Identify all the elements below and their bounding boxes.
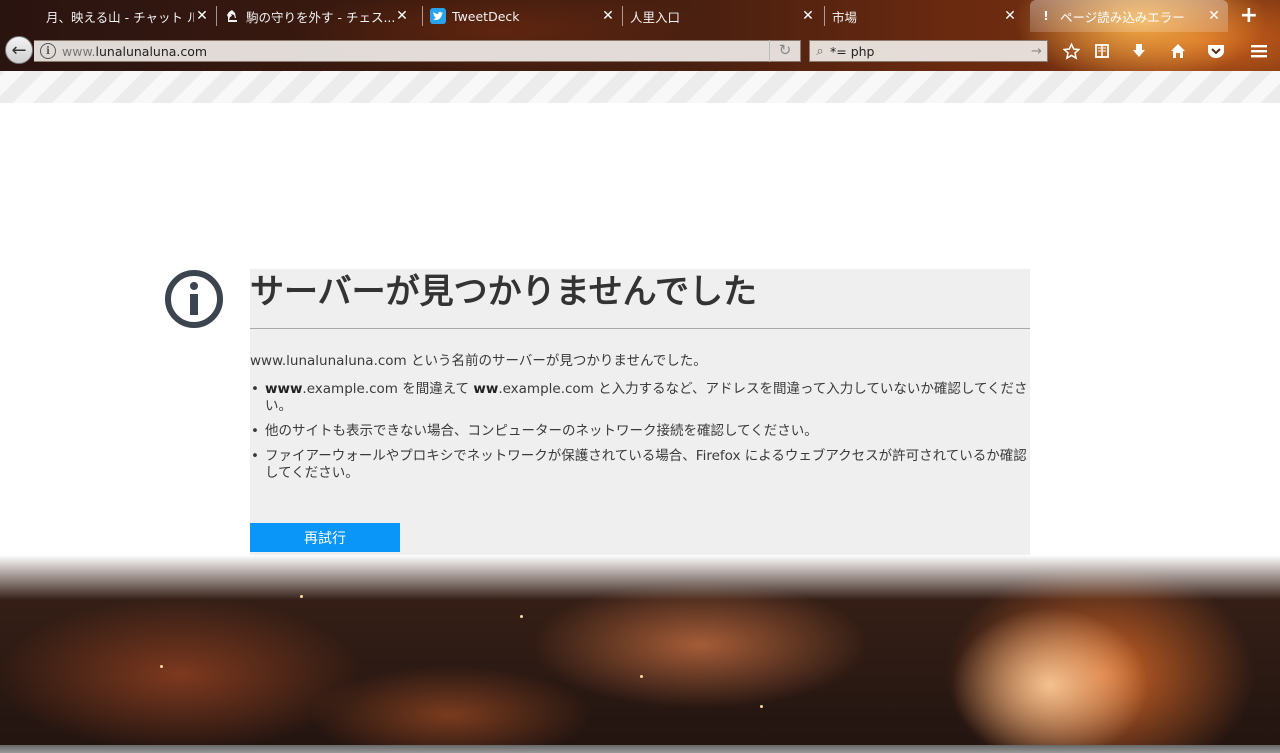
close-tab-icon[interactable]: ✕ xyxy=(1206,8,1222,24)
error-suggestions: www.example.com を間違えて ww.example.com と入力… xyxy=(250,381,1030,490)
reload-icon[interactable]: ↻ xyxy=(769,40,800,62)
twitter-bird-icon xyxy=(430,8,446,24)
tab-3[interactable]: TweetDeck ✕ xyxy=(422,0,622,32)
star-sparkle xyxy=(640,675,643,678)
close-tab-icon[interactable]: ✕ xyxy=(800,8,816,24)
nav-bar: ← i www.lunalunaluna.com ↻ ⌕ *= php → xyxy=(0,34,1280,68)
list-item: 他のサイトも表示できない場合、コンピューターのネットワーク接続を確認してください… xyxy=(250,423,1030,440)
info-icon xyxy=(164,269,224,329)
browser-chrome: 月、映える山 - チャット ルブル ✕ 駒の守りを外す - チェス... ✕ T… xyxy=(0,0,1280,71)
close-tab-icon[interactable]: ✕ xyxy=(1002,8,1018,24)
star-sparkle xyxy=(160,665,163,668)
search-input[interactable]: *= php xyxy=(830,44,1031,59)
close-tab-icon[interactable]: ✕ xyxy=(194,8,210,24)
tab-separator xyxy=(824,6,825,26)
close-tab-icon[interactable]: ✕ xyxy=(394,8,410,24)
error-title: サーバーが見つかりませんでした xyxy=(250,272,757,312)
tab-title: ページ読み込みエラー xyxy=(1060,9,1185,25)
tab-bar: 月、映える山 - チャット ルブル ✕ 駒の守りを外す - チェス... ✕ T… xyxy=(0,0,1280,32)
star-sparkle xyxy=(760,705,763,708)
wallpaper-fade xyxy=(0,555,1280,600)
site-info-icon[interactable]: i xyxy=(40,43,56,59)
pocket-icon[interactable] xyxy=(1204,40,1228,62)
list-item: www.example.com を間違えて ww.example.com と入力… xyxy=(250,381,1030,415)
title-divider xyxy=(250,328,1030,329)
tab-title: 市場 xyxy=(832,9,858,25)
retry-button[interactable]: 再試行 xyxy=(250,523,400,552)
error-description: www.lunalunaluna.com という名前のサーバーが見つかりませんで… xyxy=(250,353,707,369)
download-icon[interactable] xyxy=(1127,40,1151,62)
url-text: www.lunalunaluna.com xyxy=(62,43,208,59)
blank-favicon-icon xyxy=(24,8,40,24)
star-sparkle xyxy=(520,615,523,618)
new-tab-button[interactable]: + xyxy=(1240,4,1258,28)
tab-separator xyxy=(422,6,423,26)
tab-separator xyxy=(622,6,623,26)
tab-title: 駒の守りを外す - チェス... xyxy=(246,9,394,25)
home-icon[interactable] xyxy=(1166,40,1190,62)
reading-list-icon[interactable] xyxy=(1090,40,1114,62)
menu-icon[interactable] xyxy=(1247,40,1271,62)
tab-6-active[interactable]: ! ページ読み込みエラー ✕ xyxy=(1030,0,1228,32)
search-icon: ⌕ xyxy=(816,43,824,59)
tab-1[interactable]: 月、映える山 - チャット ルブル ✕ xyxy=(16,0,216,32)
tab-4[interactable]: 人里入口 ✕ xyxy=(622,0,822,32)
tab-separator xyxy=(216,6,217,26)
tab-title: TweetDeck xyxy=(452,8,520,24)
window-bottom-edge xyxy=(0,745,1280,753)
search-go-icon[interactable]: → xyxy=(1031,44,1047,59)
page-top-stripes xyxy=(0,71,1280,103)
close-tab-icon[interactable]: ✕ xyxy=(600,8,616,24)
search-bar[interactable]: ⌕ *= php → xyxy=(809,40,1048,62)
tab-title: 月、映える山 - チャット ルブル xyxy=(46,9,194,25)
chess-knight-icon xyxy=(224,8,240,24)
warning-icon: ! xyxy=(1043,9,1049,23)
url-bar[interactable]: i www.lunalunaluna.com ↻ xyxy=(34,40,801,62)
arrow-left-icon: ← xyxy=(11,39,27,61)
star-icon[interactable] xyxy=(1059,40,1083,62)
back-button[interactable]: ← xyxy=(5,36,33,64)
tab-2[interactable]: 駒の守りを外す - チェス... ✕ xyxy=(216,0,416,32)
tab-5[interactable]: 市場 ✕ xyxy=(824,0,1024,32)
tab-title: 人里入口 xyxy=(630,9,681,25)
error-panel: サーバーが見つかりませんでした www.lunalunaluna.com という… xyxy=(250,269,1030,557)
list-item: ファイアーウォールやプロキシでネットワークが保護されている場合、Firefox … xyxy=(250,448,1030,482)
